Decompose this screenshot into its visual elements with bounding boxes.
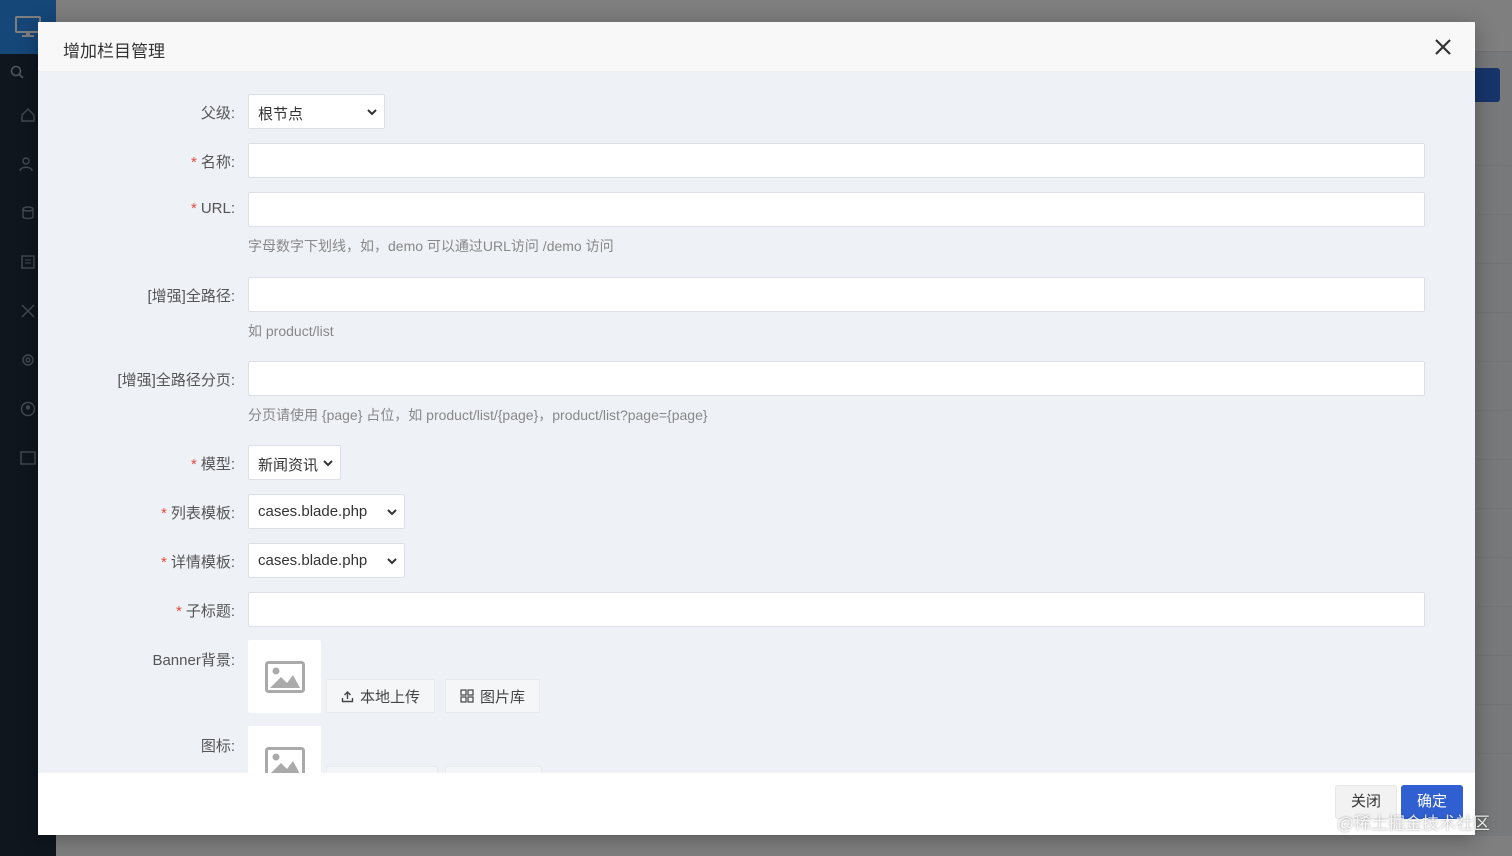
grid-icon: [460, 689, 474, 703]
chevron-down-icon: [387, 509, 397, 516]
local-upload-label: 本地上传: [360, 688, 421, 706]
dialog-body[interactable]: 父级: 根节点 * 名称: * URL: 字母数字下划线，如，demo 可以通过UR…: [38, 72, 1475, 773]
chevron-down-icon: [323, 460, 333, 467]
url-label: * URL:: [190, 200, 235, 217]
list-template-select-value: cases.blade.php: [258, 503, 368, 520]
banner-image-placeholder[interactable]: [248, 640, 321, 713]
image-placeholder-icon: [264, 746, 305, 773]
name-input[interactable]: [248, 143, 1425, 178]
full-path-page-label: [增强]全路径分页:: [117, 372, 235, 389]
detail-template-select-value: cases.blade.php: [258, 552, 368, 569]
gallery-label: 图片库: [480, 688, 526, 706]
add-column-dialog: 增加栏目管理 父级: 根节点 * 名称: * URL: 字母数字下划线，如，demo…: [38, 22, 1475, 835]
subtitle-input[interactable]: [248, 592, 1425, 627]
dialog-header: 增加栏目管理: [38, 22, 1475, 72]
name-label: * 名称:: [190, 154, 235, 171]
detail-template-label: * 详情模板:: [160, 554, 235, 571]
full-path-page-hint: 分页请使用 {page} 占位，如 product/list/{page}，pr…: [248, 407, 708, 423]
dialog-title: 增加栏目管理: [63, 42, 165, 61]
required-mark: *: [190, 154, 197, 171]
chevron-down-icon: [367, 109, 377, 116]
full-path-input[interactable]: [248, 277, 1425, 312]
model-select-value: 新闻资讯: [258, 457, 319, 474]
local-upload-button[interactable]: 本地上传: [326, 679, 436, 713]
gallery-button[interactable]: 图片库: [445, 679, 541, 713]
model-select[interactable]: 新闻资讯: [248, 445, 341, 480]
list-template-select[interactable]: cases.blade.php: [248, 494, 405, 529]
chevron-down-icon: [387, 558, 397, 565]
model-label: * 模型:: [190, 456, 235, 473]
required-mark: *: [160, 554, 167, 571]
list-template-label: * 列表模板:: [160, 505, 235, 522]
subtitle-label: * 子标题:: [175, 603, 235, 620]
icon-image-placeholder[interactable]: [248, 726, 321, 773]
close-icon[interactable]: [1431, 35, 1455, 59]
parent-select-value: 根节点: [258, 106, 304, 123]
icon-gallery-button[interactable]: [445, 766, 542, 773]
url-hint: 字母数字下划线，如，demo 可以通过URL访问 /demo 访问: [248, 238, 614, 254]
banner-label: Banner背景:: [152, 652, 235, 669]
watermark: @稀土掘金技术社区: [1336, 814, 1490, 833]
image-placeholder-icon: [264, 660, 305, 693]
icon-local-upload-button[interactable]: [326, 766, 438, 773]
required-mark: *: [190, 456, 197, 473]
parent-select[interactable]: 根节点: [248, 94, 385, 129]
required-mark: *: [160, 505, 167, 522]
required-mark: *: [190, 200, 197, 217]
full-path-label: [增强]全路径:: [147, 288, 235, 305]
url-input[interactable]: [248, 192, 1425, 227]
parent-label: 父级:: [200, 105, 235, 122]
detail-template-select[interactable]: cases.blade.php: [248, 543, 405, 578]
full-path-page-input[interactable]: [248, 361, 1425, 396]
required-mark: *: [175, 603, 182, 620]
icon-label: 图标:: [200, 738, 235, 755]
dialog-footer: 关闭 确定: [38, 773, 1475, 835]
full-path-hint: 如 product/list: [248, 323, 334, 339]
upload-icon: [341, 690, 354, 702]
